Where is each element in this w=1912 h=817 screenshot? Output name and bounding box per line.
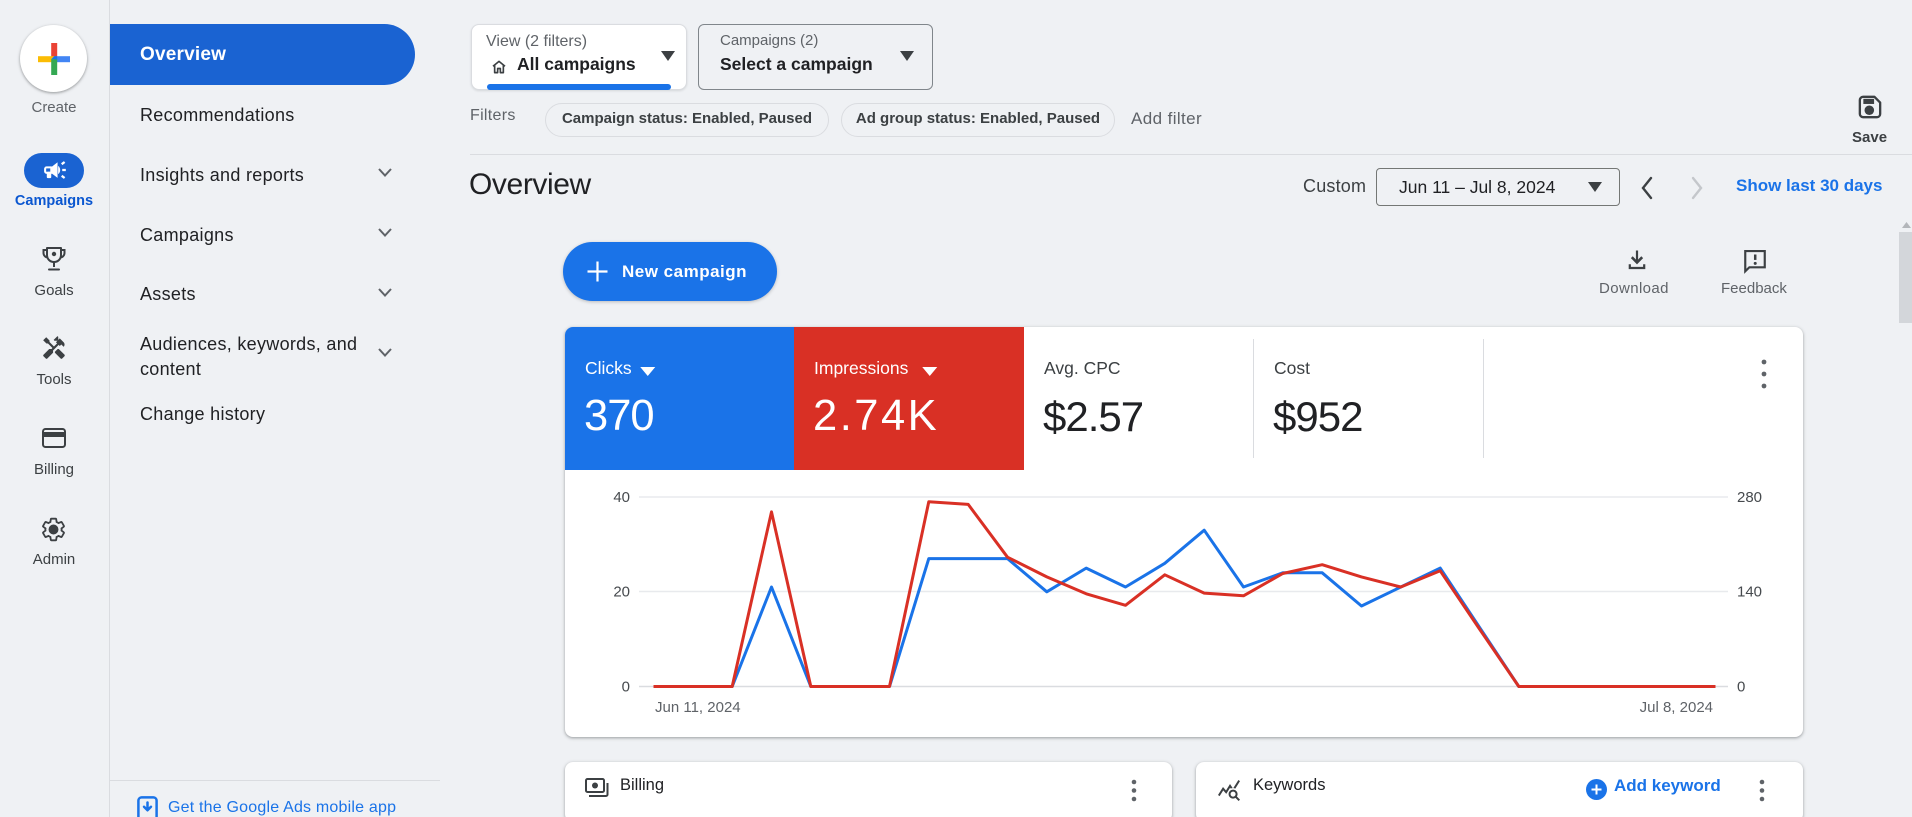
svg-text:40: 40 xyxy=(613,489,630,506)
svg-text:20: 20 xyxy=(613,584,630,601)
svg-text:Jun 11, 2024: Jun 11, 2024 xyxy=(655,699,741,716)
svg-text:0: 0 xyxy=(622,679,630,696)
svg-text:280: 280 xyxy=(1737,489,1762,506)
svg-text:Jul 8, 2024: Jul 8, 2024 xyxy=(1640,699,1713,716)
svg-text:140: 140 xyxy=(1737,584,1762,601)
svg-text:0: 0 xyxy=(1737,679,1745,696)
